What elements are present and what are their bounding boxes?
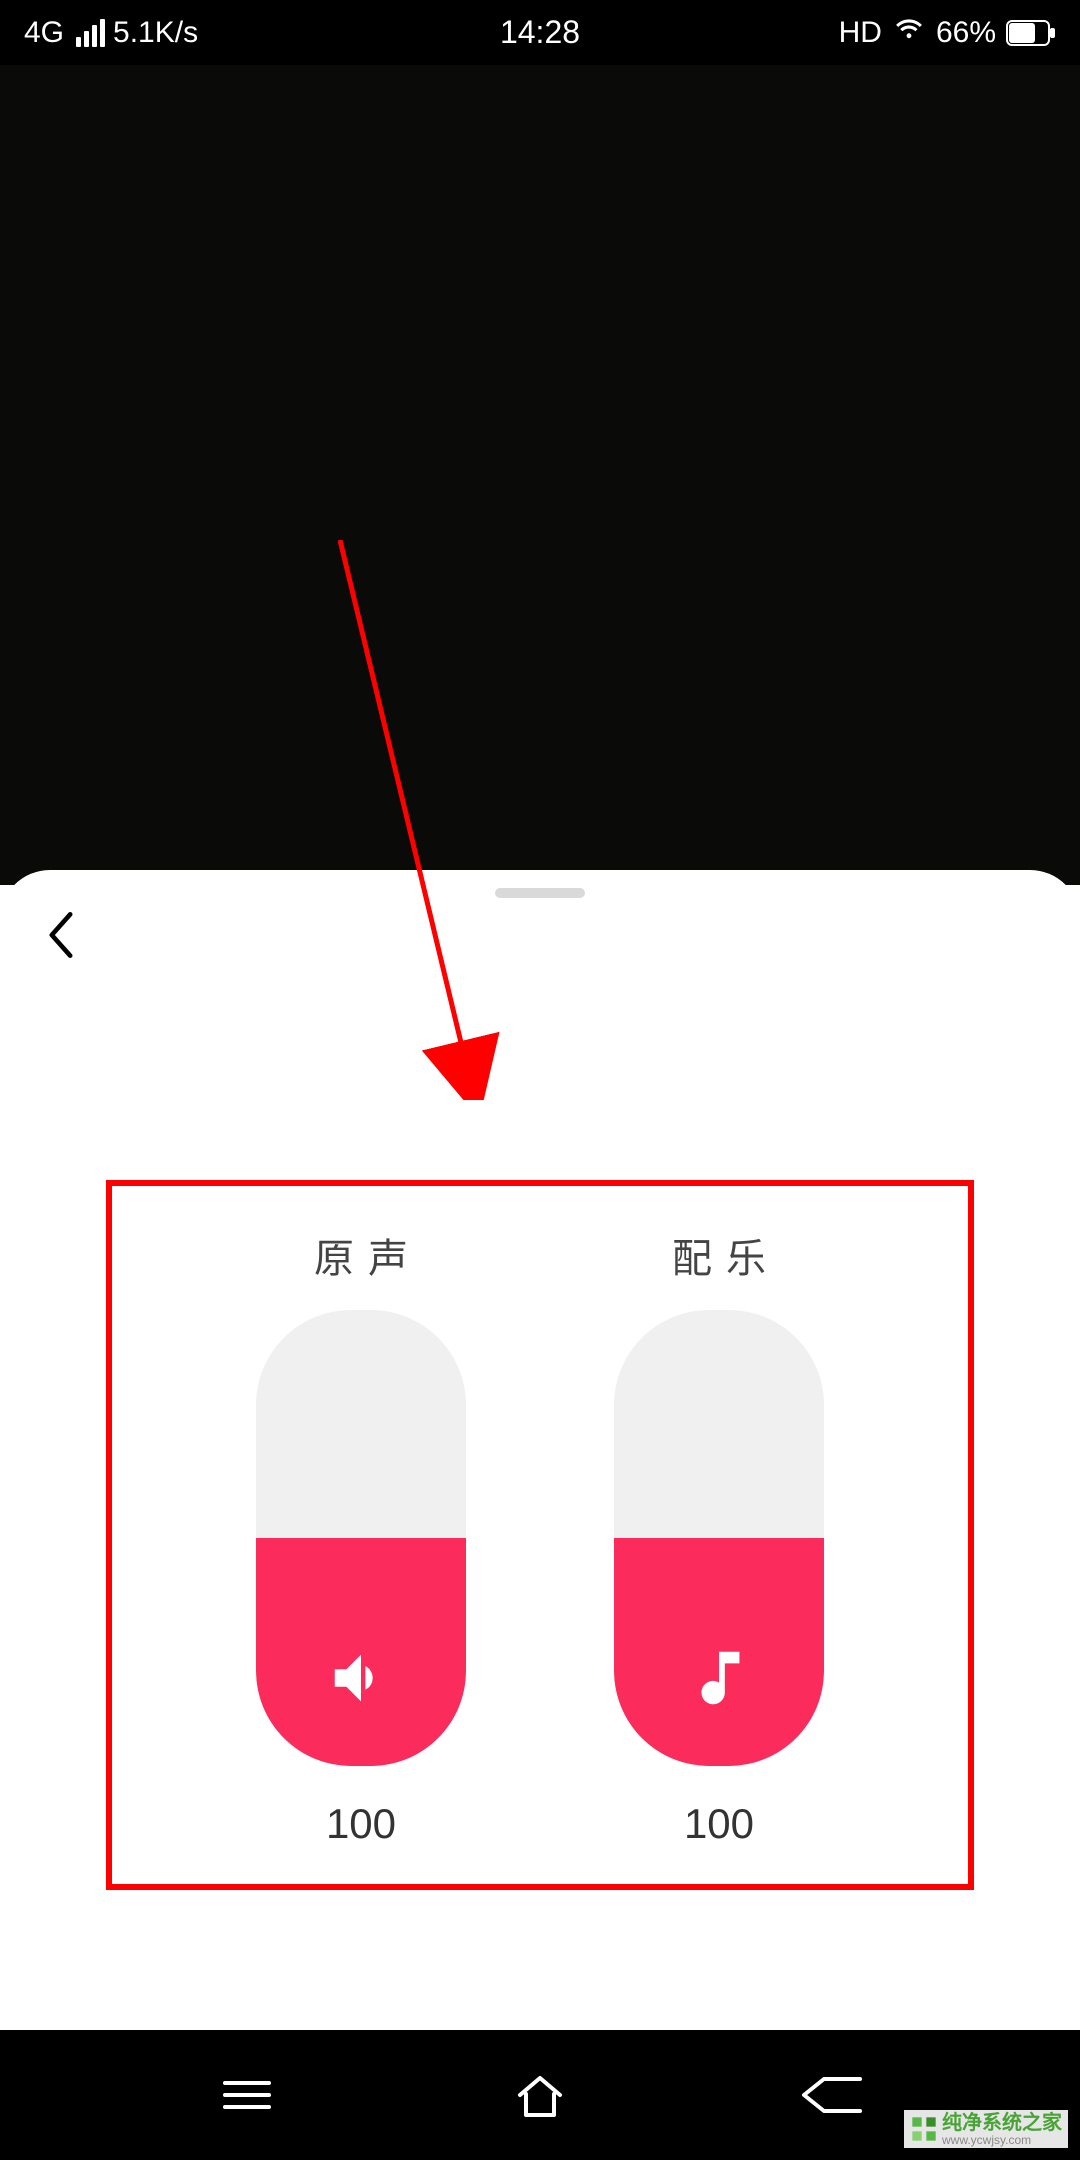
watermark-logo-icon (910, 2115, 938, 2143)
music-volume-fill (614, 1538, 824, 1766)
recents-button[interactable] (202, 2065, 292, 2125)
wifi-icon (892, 12, 926, 54)
music-volume-slider[interactable] (614, 1310, 824, 1766)
original-volume-label: 原声 (300, 1226, 422, 1284)
original-volume-column: 原声 100 (256, 1226, 466, 1848)
network-type: 4G (24, 16, 64, 50)
sheet-handle[interactable] (495, 888, 585, 898)
music-volume-value: 100 (684, 1800, 754, 1848)
signal-icon (76, 19, 105, 47)
video-preview (0, 65, 1080, 885)
music-volume-column: 配乐 100 (614, 1226, 824, 1848)
status-right: HD 66% (839, 12, 1056, 54)
original-volume-slider[interactable] (256, 1310, 466, 1766)
original-volume-fill (256, 1538, 466, 1766)
original-volume-value: 100 (326, 1800, 396, 1848)
speaker-icon (326, 1643, 396, 1718)
status-time: 14:28 (500, 14, 580, 51)
music-note-icon (684, 1643, 754, 1718)
status-left: 4G 5.1K/s (24, 16, 198, 50)
back-button[interactable] (36, 910, 86, 960)
battery-pct: 66% (936, 16, 996, 50)
annotation-highlight-box: 原声 100 配乐 100 (106, 1180, 974, 1890)
status-bar: 4G 5.1K/s 14:28 HD 66% (0, 0, 1080, 65)
watermark: 纯净系统之家 www.ycwjsy.com (904, 2110, 1068, 2148)
watermark-url: www.ycwjsy.com (942, 2134, 1062, 2146)
battery-icon (1006, 20, 1056, 46)
music-volume-label: 配乐 (658, 1226, 780, 1284)
home-button[interactable] (495, 2065, 585, 2125)
network-speed: 5.1K/s (113, 16, 198, 50)
back-nav-button[interactable] (788, 2065, 878, 2125)
volume-sheet: 原声 100 配乐 100 (0, 870, 1080, 2030)
hd-label: HD (839, 16, 882, 50)
watermark-name: 纯净系统之家 (942, 2112, 1062, 2134)
